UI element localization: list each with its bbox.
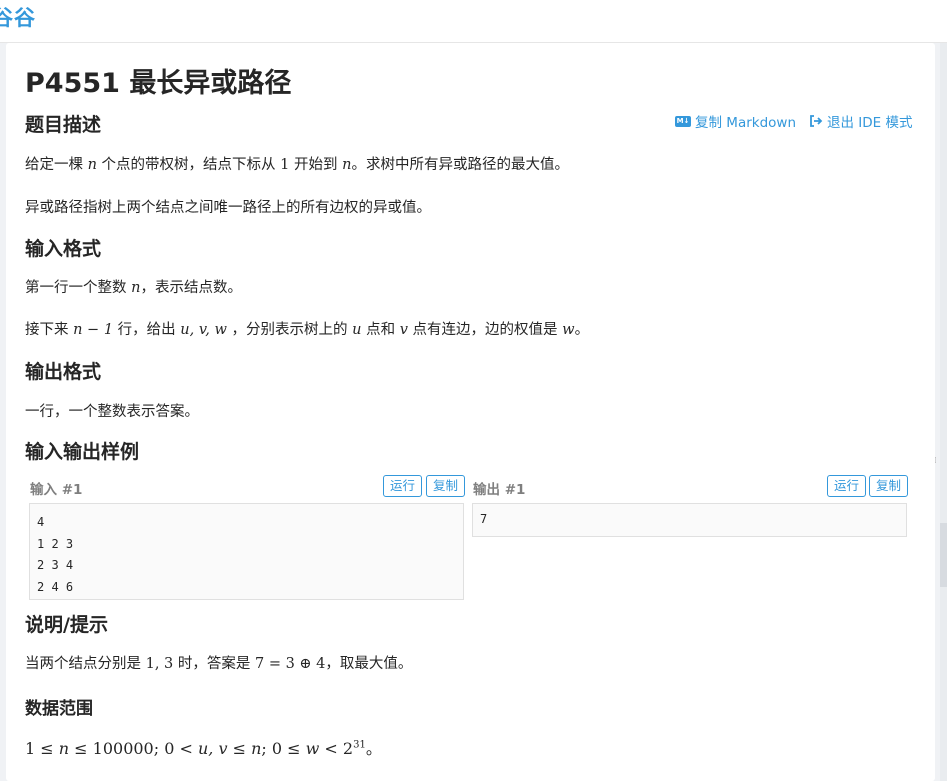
- site-logo[interactable]: 谷谷: [0, 2, 36, 32]
- hint-paragraph: 当两个结点分别是 1, 3 时，答案是 7 = 3 ⊕ 4，取最大值。: [25, 656, 413, 672]
- exit-icon: [810, 115, 823, 127]
- top-navbar: 谷谷: [0, 0, 947, 43]
- copy-markdown-button[interactable]: M↓ 复制 Markdown: [675, 111, 796, 131]
- data-range-heading: 数据范围: [25, 699, 93, 719]
- output-format-paragraph: 一行，一个整数表示答案。: [25, 404, 199, 420]
- input-format-paragraph-2: 接下来 n − 1 行，给出 u, v, w ，分别表示树上的 u 点和 v 点…: [25, 322, 590, 338]
- exit-ide-label: 退出 IDE 模式: [827, 115, 913, 131]
- exit-ide-button[interactable]: 退出 IDE 模式: [809, 111, 913, 131]
- hint-heading: 说明/提示: [25, 614, 108, 636]
- right-panel-strip[interactable]: [940, 43, 947, 781]
- sample-output-label: 输出 #1: [473, 482, 526, 498]
- sample-output-box[interactable]: 7: [472, 503, 907, 537]
- copy-sample-output-button[interactable]: 复制: [869, 475, 909, 497]
- panel-scroll-tab[interactable]: [940, 523, 947, 587]
- data-range-paragraph: 1 ≤ n ≤ 100000; 0 < u, v ≤ n; 0 ≤ w < 23…: [25, 739, 382, 758]
- input-format-paragraph-1: 第一行一个整数 n，表示结点数。: [25, 280, 242, 296]
- sample-input-label: 输入 #1: [30, 482, 83, 498]
- output-format-heading: 输出格式: [25, 361, 102, 383]
- copy-sample-input-button[interactable]: 复制: [426, 475, 466, 497]
- description-heading: 题目描述: [25, 114, 102, 136]
- samples-heading: 输入输出样例: [25, 441, 140, 463]
- description-paragraph-2: 异或路径指树上两个结点之间唯一路径上的所有边权的异或值。: [25, 200, 431, 216]
- markdown-icon: M↓: [675, 115, 691, 127]
- run-sample-input-button[interactable]: 运行: [383, 475, 423, 497]
- page-title: P4551 最长异或路径: [25, 68, 292, 99]
- input-format-heading: 输入格式: [25, 238, 102, 260]
- run-sample-output-button[interactable]: 运行: [827, 475, 867, 497]
- sample-input-box[interactable]: 4 1 2 3 2 3 4 2 4 6: [29, 503, 464, 600]
- description-paragraph-1: 给定一棵 n 个点的带权树，结点下标从 1 开始到 n。求树中所有异或路径的最大…: [25, 157, 569, 173]
- copy-markdown-label: 复制 Markdown: [695, 115, 797, 131]
